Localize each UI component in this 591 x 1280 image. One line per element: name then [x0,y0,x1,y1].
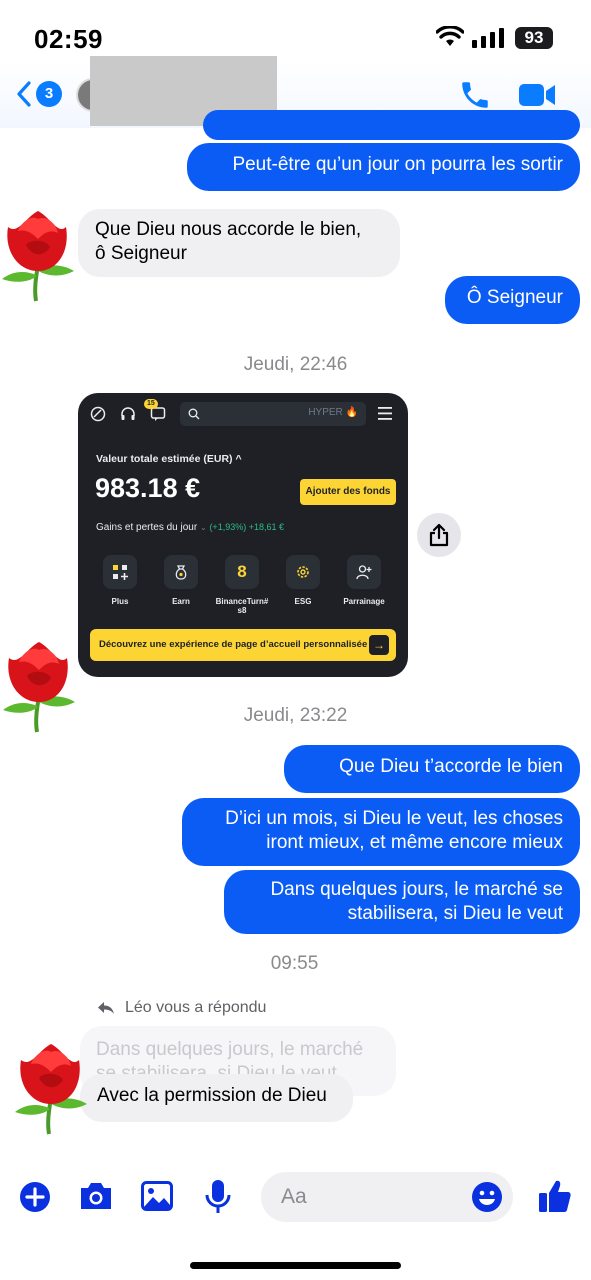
pnl-value: (+1,93%) +18,61 € [209,522,284,532]
message-partial-hidden[interactable] [203,110,580,140]
message-text: Ô Seigneur [466,287,563,308]
reply-notice: Léo vous a répondu [97,999,266,1017]
message-text-line: stabilisera, si Dieu le veut [347,903,563,924]
daily-pnl: Gains et pertes du jour ⌄ (+1,93%) +18,6… [96,522,284,533]
quick-action-parrainage: Parrainage [336,555,392,606]
message-text-line: Dans quelques jours, le marché se [270,879,563,900]
thumbs-up-icon[interactable] [538,1178,572,1214]
pnl-label: Gains et pertes du jour [96,522,198,533]
rose-avatar-icon[interactable] [0,205,78,303]
reply-notice-text: Léo vous a répondu [125,999,267,1016]
message-outgoing[interactable]: Dans quelques jours, le marché se stabil… [224,870,580,934]
video-call-icon[interactable] [518,82,556,108]
chevron-down-icon: ⌄ [199,523,207,532]
app-search-bar: HYPER 🔥 [180,402,366,426]
home-indicator [190,1262,401,1269]
message-text-line: D’ici un mois, si Dieu le veut, les chos… [225,808,563,829]
quick-action-label: Parrainage [343,597,385,606]
message-outgoing[interactable]: Peut-être qu’un jour on pourra les sorti… [187,143,580,191]
chevron-left-icon [17,81,31,107]
signal-icon [472,28,504,48]
share-icon [429,523,449,547]
quick-action-esg: ESG [275,555,331,606]
message-incoming-reply[interactable]: Avec la permission de Dieu [80,1074,353,1122]
notification-badge: 15 [144,399,158,409]
reply-arrow-icon [98,1002,114,1014]
photo-gallery-icon[interactable] [141,1181,173,1211]
gear-icon [286,555,320,589]
message-text-line: Que Dieu nous accorde le bien, [95,219,362,240]
emoji-icon[interactable] [471,1181,503,1213]
rose-avatar-icon[interactable] [12,1038,92,1136]
total-value-amount: 983.18 € [95,473,201,503]
message-input[interactable]: Aa [261,1172,513,1222]
phone-icon[interactable] [458,78,492,112]
app-topbar: 15 HYPER 🔥 [78,393,408,435]
timestamp: Jeudi, 22:46 [243,354,348,375]
banner-text: Découvrez une expérience de page d’accue… [99,639,368,650]
battery-indicator: 93 [515,27,553,49]
back-button[interactable]: 3 [16,80,62,108]
plus-icon[interactable] [19,1181,51,1213]
timestamp: Jeudi, 23:22 [243,705,348,726]
message-outgoing[interactable]: D’ici un mois, si Dieu le veut, les chos… [182,798,580,866]
message-composer: Aa [0,1160,591,1240]
quoted-text-line: Dans quelques jours, le marché [96,1039,364,1060]
rose-avatar-icon[interactable] [0,636,80,734]
arrow-right-icon: → [369,635,389,655]
quick-action-label: ESG [294,597,312,606]
add-user-icon [347,555,381,589]
share-button[interactable] [417,513,461,557]
message-text: Peut-être qu’un jour on pourra les sorti… [232,154,563,175]
message-outgoing[interactable]: Que Dieu t’accorde le bien [284,745,580,793]
quick-action-plus: Plus [92,555,148,606]
camera-icon[interactable] [78,1180,114,1212]
message-incoming[interactable]: Que Dieu nous accorde le bien, ô Seigneu… [78,209,400,277]
binance-logo-icon [90,406,106,422]
message-text-line: ô Seigneur [95,243,187,264]
personalize-banner: Découvrez une expérience de page d’accue… [90,629,396,661]
message-text: Avec la permission de Dieu [97,1085,327,1106]
shared-image-binance-screenshot[interactable]: 15 HYPER 🔥 Valeur totale estimée (EUR) ^… [78,393,408,677]
quick-action-label: BinanceTurn#s8 [215,597,269,615]
headset-icon [121,407,135,420]
status-bar: 02:59 93 [0,0,591,70]
menu-icon [378,407,392,420]
quick-action-label: Plus [111,597,129,606]
timestamp: 09:55 [270,953,319,974]
unread-count-badge: 3 [36,81,62,107]
moneybag-icon [164,555,198,589]
total-value-label: Valeur totale estimée (EUR) ^ [96,453,242,465]
message-text: Que Dieu t’accorde le bien [339,756,563,777]
binance-8-icon: 8 [225,555,259,589]
message-text-line: iront mieux, et même encore mieux [266,832,563,853]
quick-action-earn: Earn [153,555,209,606]
message-input-placeholder: Aa [281,1185,307,1208]
quick-action-label: Earn [172,597,190,606]
microphone-icon[interactable] [205,1179,231,1215]
search-icon [188,408,200,420]
status-time: 02:59 [34,24,103,54]
search-hint: HYPER 🔥 [308,407,358,418]
message-outgoing[interactable]: Ô Seigneur [445,276,580,324]
wifi-icon [436,26,464,46]
quick-action-binanceturn: 8 BinanceTurn#s8 [214,555,270,615]
add-funds-button: Ajouter des fonds [300,479,396,505]
grid-plus-icon [103,555,137,589]
